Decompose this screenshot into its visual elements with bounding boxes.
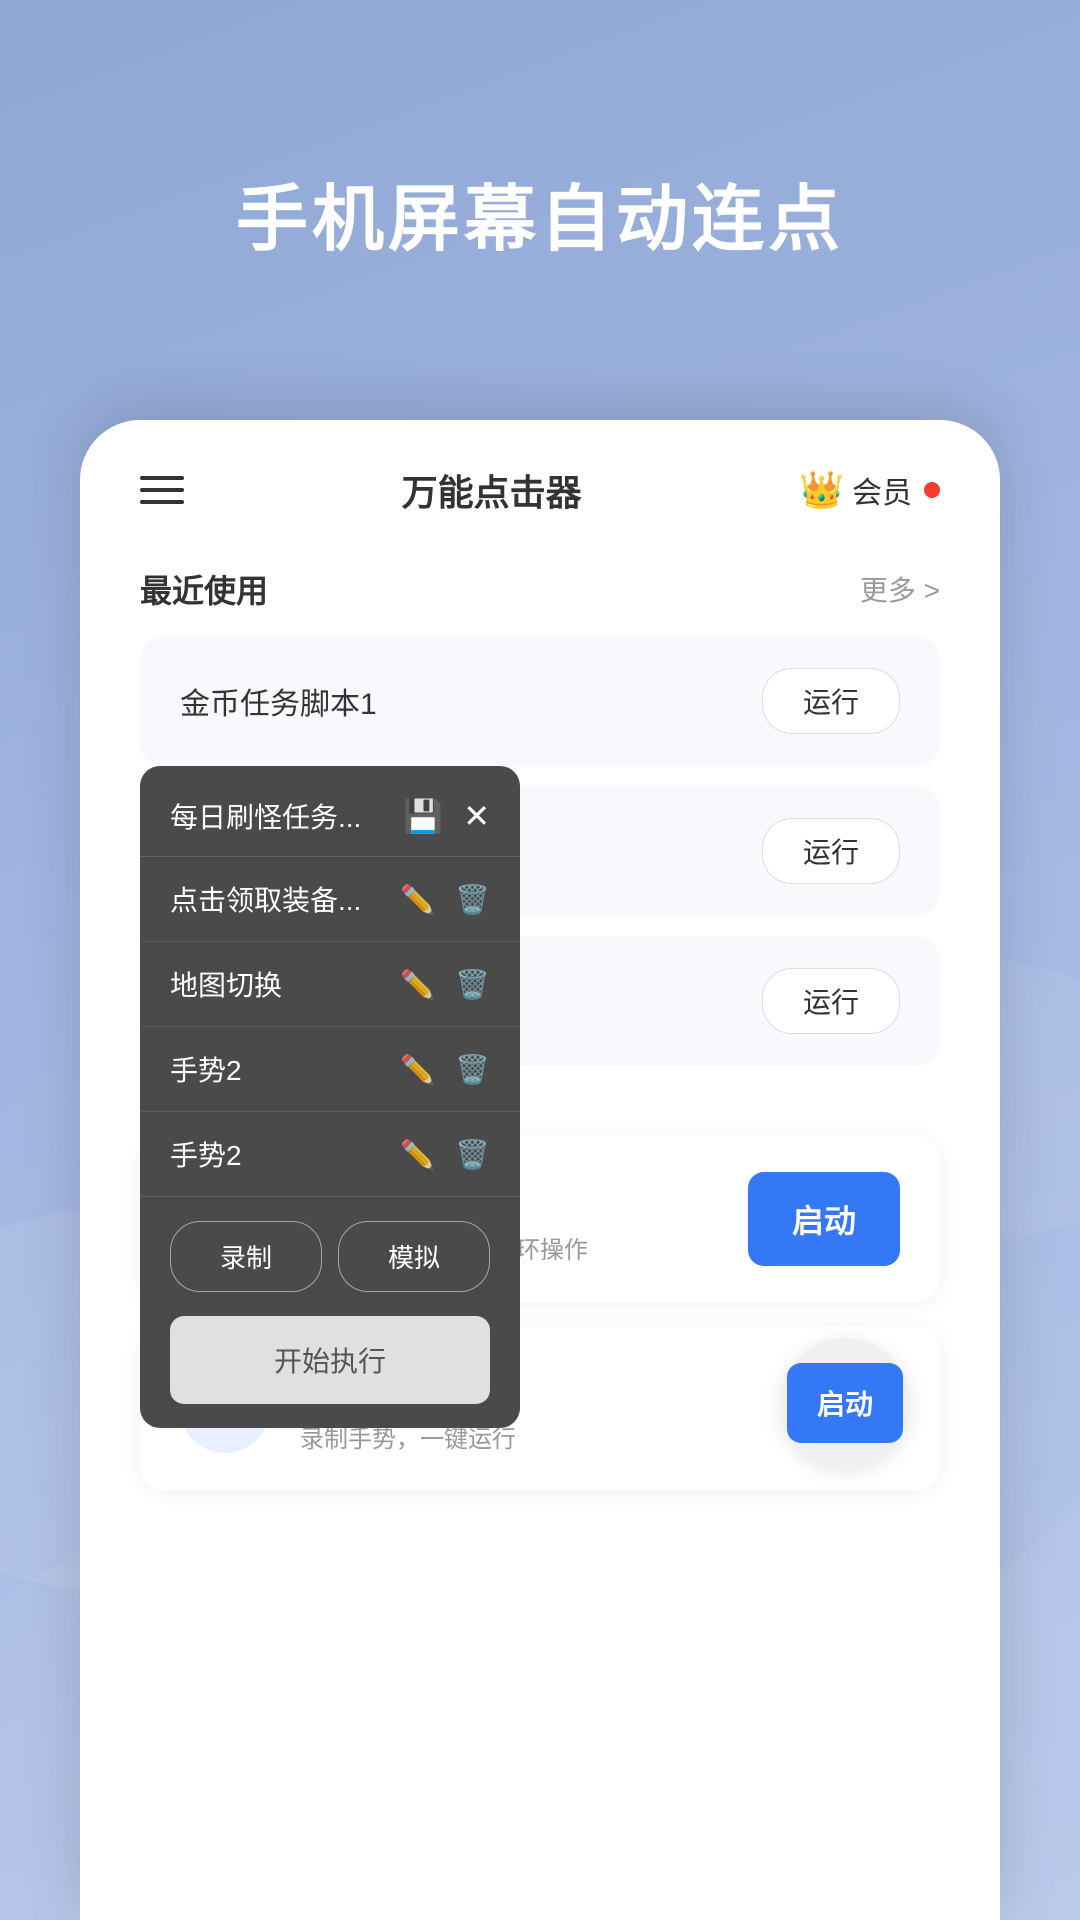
execute-button[interactable]: 开始执行 <box>170 1316 490 1404</box>
simulate-button[interactable]: 模拟 <box>338 1221 490 1292</box>
recent-section-title: 最近使用 <box>140 566 268 612</box>
context-menu-header: 每日刷怪任务... 💾 ✕ <box>140 786 520 857</box>
vip-badge[interactable]: 👑 会员 <box>799 468 940 512</box>
context-menu-item-2: 地图切换 ✏️ 🗑️ <box>140 942 520 1027</box>
context-menu-buttons: 录制 模拟 <box>140 1197 520 1316</box>
recorder-start-button[interactable]: 启动 <box>787 1363 903 1443</box>
run-button-1[interactable]: 运行 <box>762 668 900 734</box>
app-title: 万能点击器 <box>402 464 582 516</box>
run-button-2[interactable]: 运行 <box>762 818 900 884</box>
context-menu-item-name-3: 手势2 <box>170 1049 242 1089</box>
vip-label: 会员 <box>852 468 912 512</box>
script-list: 金币任务脚本1 运行 日常副本挂机 运行 自动循环操作2 运行 每日刷怪任务..… <box>80 636 1000 1066</box>
context-menu-item-4-icons: ✏️ 🗑️ <box>400 1138 490 1171</box>
delete-icon-2[interactable]: 🗑️ <box>455 968 490 1001</box>
delete-icon-1[interactable]: 🗑️ <box>455 883 490 916</box>
delete-icon-4[interactable]: 🗑️ <box>455 1138 490 1171</box>
run-button-3[interactable]: 运行 <box>762 968 900 1034</box>
context-menu-item-1-icons: ✏️ 🗑️ <box>400 883 490 916</box>
context-menu-item-2-icons: ✏️ 🗑️ <box>400 968 490 1001</box>
context-menu-item-name-4: 手势2 <box>170 1134 242 1174</box>
script-name-1: 金币任务脚本1 <box>180 679 377 723</box>
script-item-1: 金币任务脚本1 运行 <box>140 636 940 766</box>
clicker-start-button[interactable]: 启动 <box>748 1172 900 1266</box>
edit-icon-1[interactable]: ✏️ <box>400 883 435 916</box>
page-title: 手机屏幕自动连点 <box>0 160 1080 265</box>
context-menu-item-name-1: 点击领取装备... <box>170 879 361 919</box>
edit-icon-3[interactable]: ✏️ <box>400 1053 435 1086</box>
context-menu-item-3-icons: ✏️ 🗑️ <box>400 1053 490 1086</box>
vip-dot <box>924 482 940 498</box>
top-bar: 万能点击器 👑 会员 <box>80 420 1000 546</box>
phone-card: 万能点击器 👑 会员 最近使用 更多 > 金币任务脚本1 运行 日常副本挂机 运… <box>80 420 1000 1920</box>
delete-icon-3[interactable]: 🗑️ <box>455 1053 490 1086</box>
edit-icon-2[interactable]: ✏️ <box>400 968 435 1001</box>
recent-section-header: 最近使用 更多 > <box>80 546 1000 636</box>
more-link[interactable]: 更多 > <box>860 569 940 609</box>
context-menu-header-actions: 💾 ✕ <box>403 797 490 835</box>
crown-icon: 👑 <box>799 469 844 511</box>
menu-button[interactable] <box>140 476 184 504</box>
context-menu-title: 每日刷怪任务... <box>170 796 361 836</box>
context-menu-item-name-2: 地图切换 <box>170 964 282 1004</box>
close-icon[interactable]: ✕ <box>463 797 490 835</box>
save-icon[interactable]: 💾 <box>403 797 443 835</box>
float-circle: 启动 <box>780 1338 910 1468</box>
record-button[interactable]: 录制 <box>170 1221 322 1292</box>
context-menu: 每日刷怪任务... 💾 ✕ 点击领取装备... ✏️ 🗑️ <box>140 766 520 1428</box>
context-menu-item-4: 手势2 ✏️ 🗑️ <box>140 1112 520 1197</box>
context-menu-item-1: 点击领取装备... ✏️ 🗑️ <box>140 857 520 942</box>
context-menu-item-3: 手势2 ✏️ 🗑️ <box>140 1027 520 1112</box>
edit-icon-4[interactable]: ✏️ <box>400 1138 435 1171</box>
